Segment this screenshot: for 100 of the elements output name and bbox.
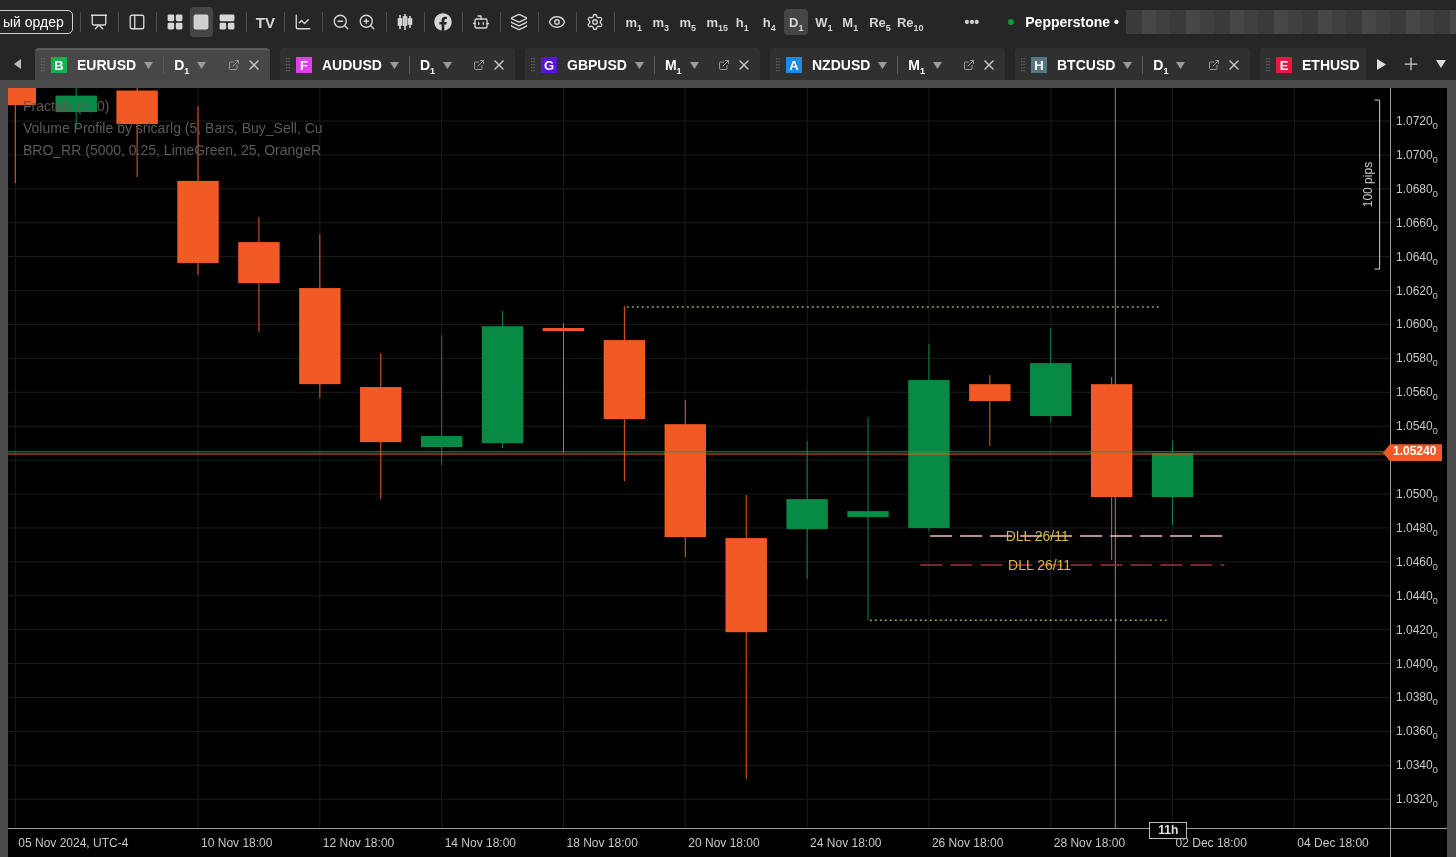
price-axis-label: 1.0380$_{0}$ <box>1396 690 1438 705</box>
drag-handle-icon[interactable] <box>776 58 780 72</box>
chart-tab[interactable]: H BTCUSD D$_{1}$ <box>1015 48 1250 80</box>
grid-layout-icon <box>166 13 185 31</box>
current-price-tag: 1.05240 <box>1383 444 1443 462</box>
timeframe-button[interactable]: W$_{1}$ <box>811 9 836 35</box>
chart-tab[interactable]: F AUDUSD D$_{1}$ <box>280 48 515 80</box>
price-axis-label: 1.0580$_{0}$ <box>1396 351 1438 366</box>
price-axis-label: 1.0560$_{0}$ <box>1396 385 1438 400</box>
chart-tab[interactable]: E ETHUSD <box>1260 48 1366 80</box>
time-axis-label: 12 Nov 18:00 <box>322 836 395 850</box>
timeframe-selector[interactable]: M$_{1}$ <box>660 57 703 73</box>
time-axis-label: 28 Nov 18:00 <box>1053 836 1126 850</box>
tv-button[interactable]: TV <box>253 7 277 37</box>
price-axis-label: 1.0680$_{0}$ <box>1396 181 1438 196</box>
symbol-selector[interactable]: AUDUSD <box>318 57 403 73</box>
order-button[interactable]: ый ордер <box>0 10 73 34</box>
time-axis-label: 20 Nov 18:00 <box>688 836 760 850</box>
caret-icon <box>634 61 644 69</box>
price-axis-label: 1.0420$_{0}$ <box>1396 622 1438 637</box>
timeframe-button[interactable]: h$_{1}$ <box>730 9 755 35</box>
symbol-badge: E <box>1276 57 1292 73</box>
price-axis-label: 1.0320$_{0}$ <box>1396 792 1438 807</box>
timeframe-button[interactable]: h$_{4}$ <box>757 9 782 35</box>
price-axis-label: 1.0340$_{0}$ <box>1396 758 1438 773</box>
caret-icon <box>443 61 453 69</box>
chart-tab[interactable]: B EURUSD D$_{1}$ <box>35 48 270 80</box>
time-left-tag: 11h <box>1149 822 1188 839</box>
drag-handle-icon[interactable] <box>1021 58 1025 72</box>
line-chart-icon <box>294 13 313 31</box>
timeframe-button[interactable]: m$_{1}$ <box>621 9 646 35</box>
price-axis-label: 1.0360$_{0}$ <box>1396 724 1438 739</box>
timeframe-button[interactable]: m$_{5}$ <box>675 9 700 35</box>
zoom-in-icon <box>358 13 377 31</box>
timeframe-selector[interactable]: M$_{1}$ <box>904 57 947 73</box>
caret-icon <box>689 61 699 69</box>
symbol-badge: H <box>1031 57 1047 73</box>
more-button[interactable]: ••• <box>964 14 980 30</box>
time-axis-label: 05 Nov 2024, UTC-4 <box>18 836 129 850</box>
caret-icon <box>933 61 943 69</box>
timeframe-button[interactable]: D$_{1}$ <box>784 9 809 35</box>
price-axis-label: 1.0400$_{0}$ <box>1396 656 1438 671</box>
popout-icon <box>228 59 240 71</box>
symbol-badge: B <box>51 57 67 73</box>
timeframe-selector[interactable]: D$_{1}$ <box>170 57 211 73</box>
chart-tab[interactable]: A NZDUSD M$_{1}$ <box>770 48 1005 80</box>
right-triangle-icon <box>1376 58 1386 70</box>
price-axis-label: 1.0460$_{0}$ <box>1396 554 1438 569</box>
symbol-selector[interactable]: EURUSD <box>73 57 158 73</box>
left-triangle-icon <box>14 59 21 69</box>
popout-button[interactable] <box>1208 59 1220 71</box>
robot-icon <box>472 13 491 31</box>
time-axis-label: 04 Dec 18:00 <box>1297 836 1369 850</box>
caret-icon <box>878 61 888 69</box>
caret-icon <box>144 61 154 69</box>
chart-monitor-icon <box>90 13 109 31</box>
facebook-icon <box>434 13 453 31</box>
symbol-selector[interactable]: GBPUSD <box>563 57 648 73</box>
price-axis-label: 1.0640$_{0}$ <box>1396 249 1438 264</box>
symbol-selector[interactable]: BTCUSD <box>1053 57 1137 73</box>
price-axis-label: 1.0540$_{0}$ <box>1396 419 1438 434</box>
price-axis-label: 1.0620$_{0}$ <box>1396 283 1438 298</box>
timeframe-selector[interactable]: D$_{1}$ <box>415 57 457 73</box>
symbol-badge: A <box>786 57 802 73</box>
drag-handle-icon[interactable] <box>286 58 290 72</box>
timeframe-button[interactable]: Re$_{10}$ <box>892 9 922 35</box>
symbol-selector[interactable]: ETHUSD <box>1298 57 1364 73</box>
time-axis-label: 14 Nov 18:00 <box>444 836 517 850</box>
price-axis-label: 1.0600$_{0}$ <box>1396 317 1438 332</box>
timeframe-button[interactable]: Re$_{5}$ <box>865 9 890 35</box>
popout-button[interactable] <box>473 59 485 71</box>
zoom-out-icon <box>332 13 351 31</box>
split-layout-icon <box>218 13 237 31</box>
caret-icon <box>1123 61 1133 69</box>
symbol-selector[interactable]: NZDUSD <box>808 57 892 73</box>
price-axis-label: 1.0440$_{0}$ <box>1396 588 1438 603</box>
candlestick-icon <box>396 13 415 31</box>
timeframe-button[interactable]: m$_{15}$ <box>702 9 728 35</box>
chart-tab[interactable]: G GBPUSD M$_{1}$ <box>525 48 760 80</box>
popout-button[interactable] <box>718 59 730 71</box>
time-axis-label: 24 Nov 18:00 <box>810 836 882 850</box>
price-axis-label: 1.0720$_{0}$ <box>1396 114 1438 129</box>
settings-icon <box>586 13 605 31</box>
drag-handle-icon[interactable] <box>1266 58 1270 72</box>
popout-button[interactable] <box>228 59 240 71</box>
popout-icon <box>963 59 975 71</box>
drag-handle-icon[interactable] <box>531 58 535 72</box>
price-axis-label: 1.0480$_{0}$ <box>1396 520 1438 535</box>
timeframe-button[interactable]: M$_{1}$ <box>838 9 863 35</box>
symbol-badge: G <box>541 57 557 73</box>
timeframe-selector[interactable]: D$_{1}$ <box>1149 57 1190 73</box>
popout-button[interactable] <box>963 59 975 71</box>
price-axis-label: 1.0700$_{0}$ <box>1396 147 1438 162</box>
down-triangle-icon <box>1436 60 1446 68</box>
single-layout-button[interactable] <box>189 7 213 37</box>
timeframe-button[interactable]: m$_{3}$ <box>648 9 673 35</box>
caret-icon <box>389 61 399 69</box>
eye-icon <box>548 13 567 31</box>
side-panel-icon <box>128 13 147 31</box>
layers-icon <box>510 13 529 31</box>
